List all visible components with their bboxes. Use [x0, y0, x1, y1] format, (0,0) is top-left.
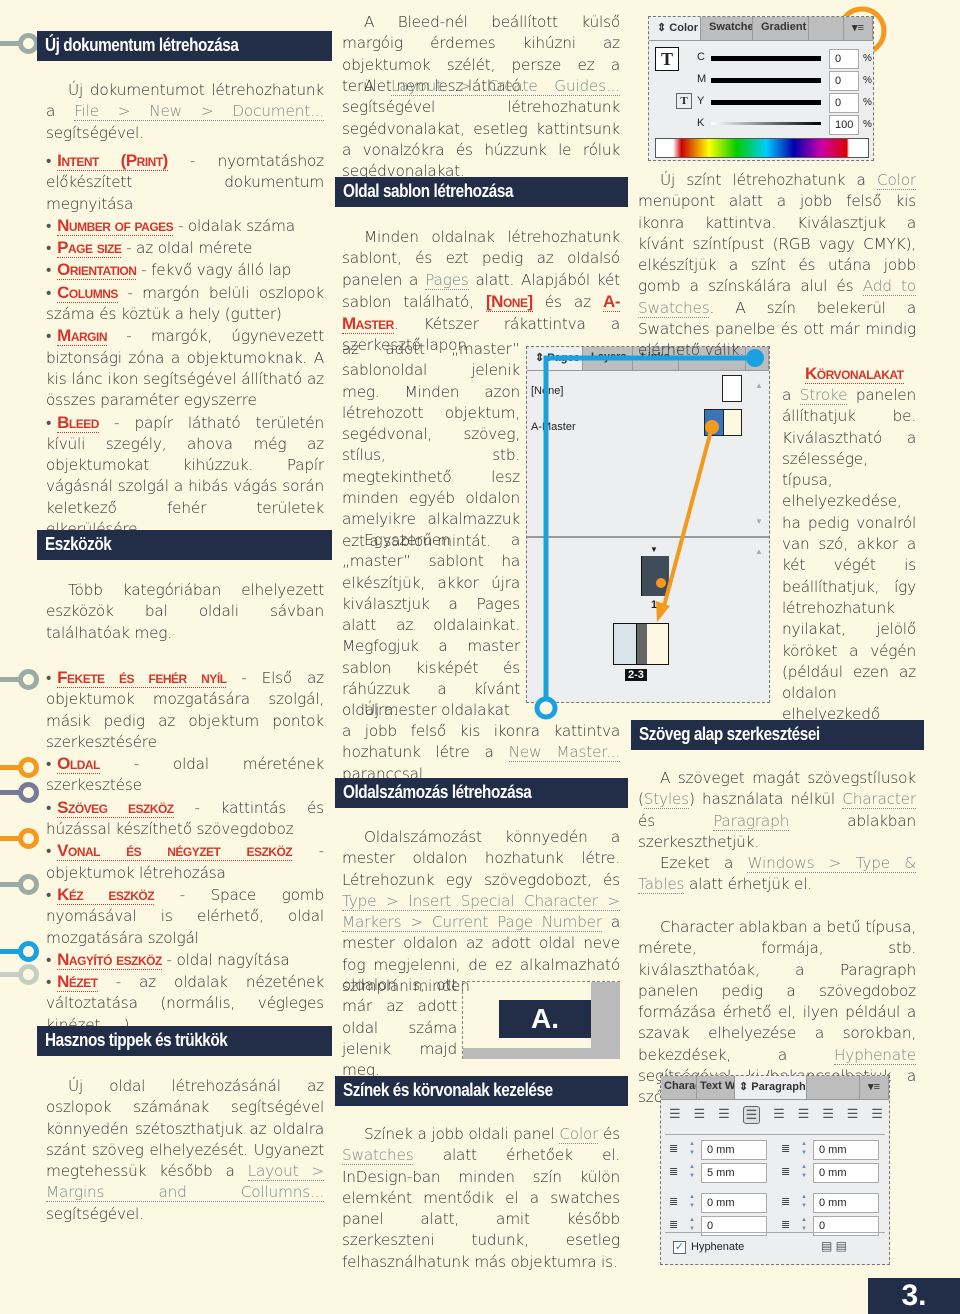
orange-arrowhead — [656, 601, 670, 622]
paragraph-panel-menu-button[interactable]: ▾≡ — [859, 1076, 889, 1099]
stepper[interactable]: ▲ ▼ — [689, 1140, 699, 1160]
spacing-input[interactable]: 0 mm — [701, 1140, 767, 1160]
channel-slider[interactable] — [711, 100, 821, 105]
paragraph-panel: Charac Text W ⇕ Paragraph ▾≡ ☰ ☰ ☰ ☰ ☰ ☰ ☰ ☰… — [660, 1075, 890, 1265]
stepper[interactable]: ▲ ▼ — [689, 1216, 699, 1236]
channel-slider[interactable] — [711, 56, 821, 61]
spacing-input[interactable]: 0 mm — [701, 1193, 767, 1213]
percent-sign: % — [863, 119, 872, 130]
sample-page-marker: A. — [499, 1000, 591, 1038]
paragraph-link[interactable]: Paragraph — [713, 811, 789, 831]
hyphenate-link[interactable]: Hyphenate — [833, 1045, 916, 1065]
colors-paragraph: Színek a jobb oldali panel Color és Swat… — [342, 1125, 620, 1271]
hyphenate-label: Hyphenate — [691, 1241, 745, 1253]
justify-all-icon[interactable]: ☰ — [822, 1106, 834, 1124]
channel-slider[interactable] — [711, 78, 821, 83]
tab-character[interactable]: Charac — [661, 1076, 697, 1099]
stroke-keyword: Körvonalakat — [805, 364, 904, 384]
channel-value-input[interactable]: 0 — [829, 49, 859, 69]
blue-connector-line — [543, 355, 755, 700]
justify-center-icon[interactable]: ☰ — [773, 1106, 785, 1124]
stepper[interactable]: ▲ ▼ — [801, 1193, 811, 1213]
alignment-buttons: ☰ ☰ ☰ ☰ ☰ ☰ ☰ ☰ ☰ — [669, 1106, 883, 1124]
indent-icon: ≣ — [781, 1143, 791, 1155]
fill-stroke-icon[interactable]: T — [655, 47, 679, 71]
percent-sign: % — [863, 75, 872, 86]
page-number: 3. — [868, 1278, 960, 1314]
justify-right-icon[interactable]: ☰ — [798, 1106, 810, 1124]
swatches-link[interactable]: Swatches — [342, 1146, 414, 1166]
tab-gradient[interactable]: Gradient — [753, 17, 809, 40]
channel-label: M — [697, 73, 707, 85]
text-paragraph-1: A szöveget magát szövegstílusok (Styles)… — [638, 769, 916, 851]
channel-label: Y — [697, 95, 705, 107]
spacing-input[interactable]: 5 mm — [701, 1163, 767, 1183]
indent-icon: ≣ — [781, 1219, 791, 1231]
indent-icon: ≣ — [669, 1166, 679, 1178]
color-panel-menu-button[interactable]: ▾≡ — [843, 17, 873, 40]
formatting-text-icon[interactable]: T — [676, 93, 692, 109]
numbering-paragraph-2: oldalon is, ott már az adott oldal száma… — [342, 976, 457, 1080]
stepper[interactable]: ▲ ▼ — [801, 1216, 811, 1236]
stepper[interactable]: ▲ ▼ — [689, 1163, 699, 1183]
section-header-colors: Színek és körvonalak kezelése — [335, 1076, 628, 1106]
channel-label: C — [697, 51, 705, 63]
numbering-paragraph: Oldalszámozást könnyedén a mester oldalo… — [342, 828, 620, 996]
align-away-spine-icon[interactable]: ☰ — [871, 1106, 883, 1124]
indent-icon: ≣ — [781, 1196, 791, 1208]
new-color-paragraph: Új színt létrehozhatunk a Color menüpont… — [638, 171, 916, 360]
page-number-sample: A. — [462, 981, 620, 1059]
spacing-input[interactable]: 0 mm — [813, 1163, 879, 1183]
channel-value-input[interactable]: 0 — [829, 93, 859, 113]
spacing-input[interactable]: 0 — [813, 1216, 879, 1236]
indent-icon: ≣ — [781, 1166, 791, 1178]
tab-paragraph[interactable]: ⇕ Paragraph — [735, 1076, 807, 1099]
insert-page-number-link[interactable]: Type > Insert Special Character > Marker… — [342, 891, 620, 933]
styles-link[interactable]: Styles — [643, 790, 689, 810]
channel-label: K — [697, 117, 705, 129]
composer-buttons[interactable]: ▤ ▤ — [821, 1239, 847, 1253]
color-link[interactable]: Color — [559, 1125, 598, 1144]
align-spine-icon[interactable]: ☰ — [847, 1106, 859, 1124]
spacing-input[interactable]: 0 — [701, 1216, 767, 1236]
tab-swatches[interactable]: Swatches — [701, 17, 753, 40]
stepper[interactable]: ▲ ▼ — [801, 1163, 811, 1183]
channel-value-input[interactable]: 0 — [829, 71, 859, 91]
color-panel: ⇕ Color Swatches Gradient ▾≡ T T C 0 % M… — [648, 16, 874, 161]
section-header-page-numbering: Oldalszámozás létrehozása — [335, 778, 628, 808]
align-center-icon[interactable]: ☰ — [694, 1106, 706, 1124]
stroke-link[interactable]: Stroke — [799, 386, 847, 405]
tab-text-wrap[interactable]: Text W — [697, 1076, 735, 1099]
percent-sign: % — [863, 97, 872, 108]
spacing-input[interactable]: 0 mm — [813, 1193, 879, 1213]
tab-color[interactable]: ⇕ Color — [649, 17, 701, 40]
indent-icon: ≣ — [669, 1143, 679, 1155]
color-spectrum[interactable] — [655, 138, 869, 158]
spacing-input[interactable]: 0 mm — [813, 1140, 879, 1160]
align-left-icon[interactable]: ☰ — [669, 1106, 681, 1124]
channel-slider[interactable] — [711, 122, 821, 125]
orange-arrow-line — [661, 426, 714, 611]
divider — [665, 1232, 885, 1233]
color-menu-link[interactable]: Color — [877, 171, 916, 190]
blue-ring-end — [534, 696, 558, 720]
hyphenate-checkbox[interactable]: ✓ — [673, 1241, 686, 1254]
divider — [665, 1134, 885, 1135]
stroke-paragraph: a Stroke panelen állíthatjuk be. Kiválas… — [782, 386, 917, 745]
channel-value-input[interactable]: 100 — [829, 115, 859, 135]
section-header-text-basics: Szöveg alap szerkesztései — [631, 720, 924, 750]
justify-left-icon[interactable]: ☰ — [742, 1106, 761, 1124]
text-paragraph-2: Ezeket a Windows > Type & Tables alatt é… — [638, 854, 916, 895]
stepper[interactable]: ▲ ▼ — [801, 1140, 811, 1160]
align-right-icon[interactable]: ☰ — [718, 1106, 730, 1124]
indent-icon: ≣ — [669, 1196, 679, 1208]
percent-sign: % — [863, 53, 872, 64]
indent-icon: ≣ — [669, 1219, 679, 1231]
character-link[interactable]: Character — [842, 790, 916, 810]
stepper[interactable]: ▲ ▼ — [689, 1193, 699, 1213]
orange-dot — [705, 420, 719, 434]
